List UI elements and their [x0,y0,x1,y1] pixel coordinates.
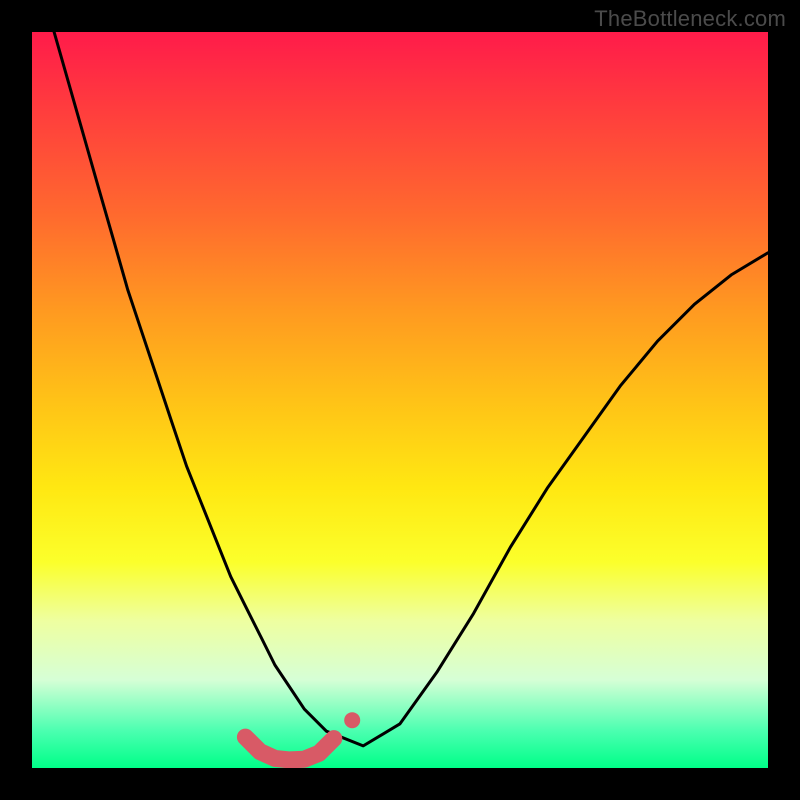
highlight-segment [245,737,333,760]
chart-frame: TheBottleneck.com [0,0,800,800]
watermark-label: TheBottleneck.com [594,6,786,32]
plot-area [32,32,768,768]
curve-svg [32,32,768,768]
bottleneck-curve [54,32,768,746]
highlight-dot [344,712,360,728]
